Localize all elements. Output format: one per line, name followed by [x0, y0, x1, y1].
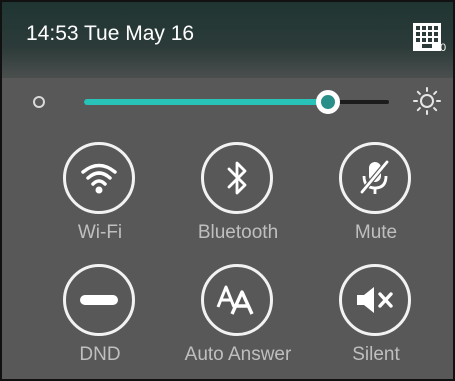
- tile-label: Auto Answer: [184, 344, 292, 365]
- dnd-button[interactable]: [63, 264, 135, 336]
- brightness-row: [2, 78, 453, 122]
- wifi-button[interactable]: [63, 142, 135, 214]
- mute-button[interactable]: [339, 142, 411, 214]
- status-bar: 14:53 Tue May 16 0: [2, 2, 453, 78]
- wifi-icon: [81, 163, 117, 194]
- mic-muted-icon: [360, 160, 389, 194]
- tile-label: Wi-Fi: [77, 222, 123, 243]
- tile-label: Silent: [352, 344, 400, 365]
- time-date: 14:53 Tue May 16: [26, 22, 195, 45]
- quick-settings-panel: 14:53 Tue May 16 0 Wi-Fi Bluetooth Mute …: [0, 0, 455, 381]
- bluetooth-icon: [227, 161, 247, 195]
- brightness-fill: [84, 99, 328, 105]
- keyboard-badge: 0: [440, 42, 447, 54]
- auto-answer-button[interactable]: [201, 264, 273, 336]
- tile-label: Mute: [354, 222, 398, 243]
- tile-label: DND: [79, 344, 121, 365]
- silent-button[interactable]: [339, 264, 411, 336]
- auto-answer-icon: [216, 285, 254, 315]
- tile-label: Bluetooth: [197, 222, 279, 243]
- brightness-high-icon[interactable]: [412, 86, 442, 116]
- do-not-disturb-icon: [80, 295, 118, 305]
- brightness-low-icon: [33, 96, 45, 108]
- speaker-muted-icon: [357, 287, 393, 313]
- bluetooth-button[interactable]: [201, 142, 273, 214]
- brightness-slider-thumb[interactable]: [316, 90, 340, 114]
